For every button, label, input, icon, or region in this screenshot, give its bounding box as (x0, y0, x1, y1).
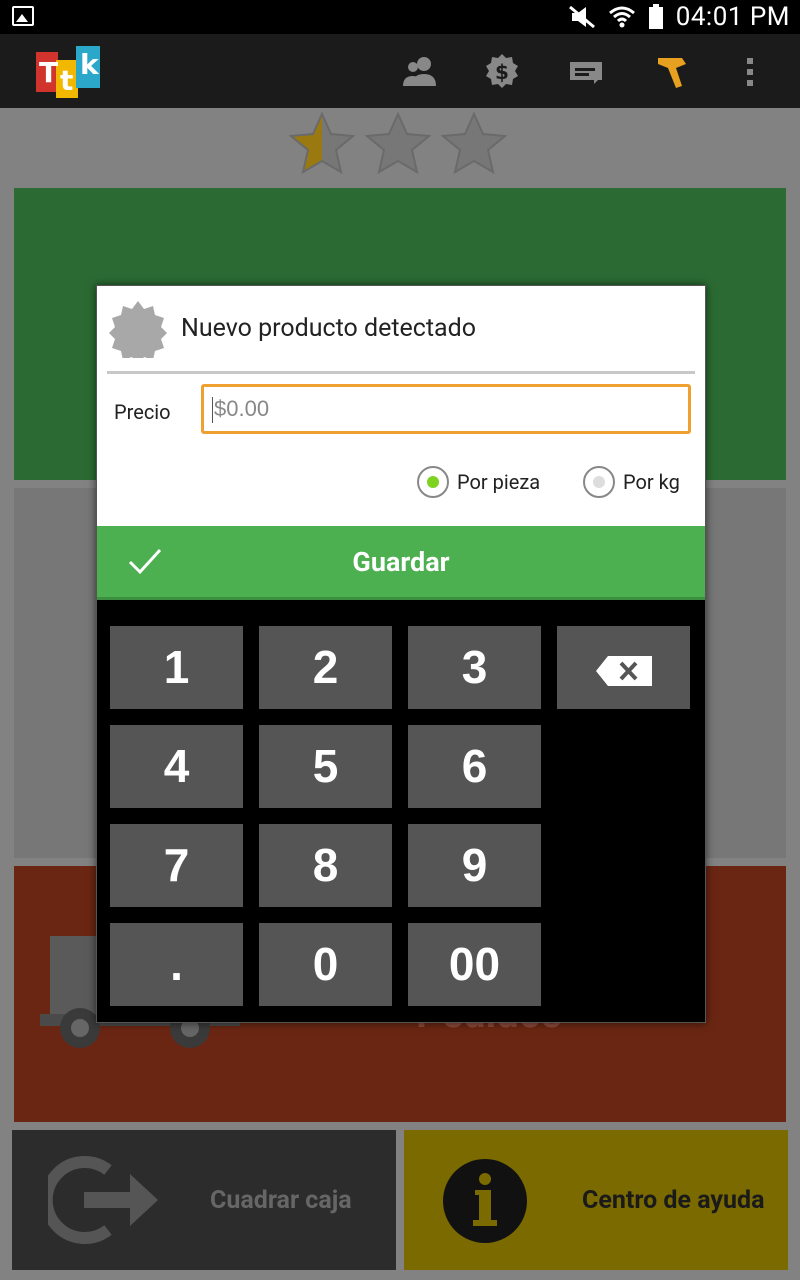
dialog-form: Nuevo producto detectado Precio $0.00 Po… (97, 286, 705, 526)
nuevo-producto-dialog: Nuevo producto detectado Precio $0.00 Po… (96, 285, 706, 1023)
radio-por-pieza[interactable]: Por pieza (417, 466, 540, 498)
precio-label: Precio (114, 400, 171, 424)
key-9[interactable]: 9 (408, 824, 541, 907)
overflow-menu-icon[interactable] (740, 52, 760, 92)
cuadrar-caja-label: Cuadrar caja (210, 1186, 352, 1215)
info-icon (443, 1159, 527, 1243)
centro-ayuda-label: Centro de ayuda (582, 1186, 765, 1215)
dialog-divider (107, 371, 695, 374)
money-icon[interactable]: $ (482, 52, 522, 92)
radio-por-pieza-label: Por pieza (457, 470, 541, 494)
logo-letter-t2: t (60, 64, 74, 97)
key-decimal[interactable]: . (110, 923, 243, 1006)
radio-por-kg[interactable]: Por kg (583, 466, 680, 498)
star-filled-icon (288, 112, 356, 175)
star-rating (288, 112, 508, 176)
star-empty-icon (364, 112, 432, 175)
radio-dot (593, 476, 605, 488)
logo-letter-k: k (80, 48, 99, 81)
tile-centro-ayuda[interactable]: Centro de ayuda (404, 1130, 788, 1270)
logo-letter-t1: T (39, 56, 59, 89)
svg-text:$: $ (495, 60, 509, 84)
radio-circle-unselected (583, 466, 615, 498)
key-4[interactable]: 4 (110, 725, 243, 808)
ticket-icon[interactable] (566, 52, 606, 92)
badge-icon (109, 301, 167, 358)
key-8[interactable]: 8 (259, 824, 392, 907)
exit-arrow-icon (48, 1156, 158, 1244)
battery-icon (648, 4, 663, 29)
tile-cuadrar-caja[interactable]: Cuadrar caja (12, 1130, 396, 1270)
star-empty-icon (440, 112, 508, 175)
radio-dot (427, 476, 439, 488)
backspace-icon (595, 655, 652, 686)
radio-circle-selected (417, 466, 449, 498)
key-5[interactable]: 5 (259, 725, 392, 808)
key-1[interactable]: 1 (110, 626, 243, 709)
key-2[interactable]: 2 (259, 626, 392, 709)
key-7[interactable]: 7 (110, 824, 243, 907)
radio-por-kg-label: Por kg (623, 470, 680, 494)
gallery-notification-icon (12, 6, 34, 26)
key-3[interactable]: 3 (408, 626, 541, 709)
precio-input[interactable]: $0.00 (201, 384, 691, 434)
mute-icon (568, 5, 595, 29)
ttk-logo[interactable]: T t k (36, 42, 100, 98)
clock: 04:01 PM (675, 2, 790, 32)
text-cursor (212, 397, 213, 424)
key-00[interactable]: 00 (408, 923, 541, 1006)
key-0[interactable]: 0 (259, 923, 392, 1006)
wifi-icon (608, 6, 635, 28)
guardar-label: Guardar (352, 546, 450, 578)
dialog-title: Nuevo producto detectado (181, 314, 476, 343)
guardar-button[interactable]: Guardar (97, 526, 705, 600)
key-6[interactable]: 6 (408, 725, 541, 808)
action-bar: T t k $ (0, 34, 800, 108)
precio-placeholder: $0.00 (214, 396, 270, 421)
scanner-icon[interactable] (654, 52, 694, 92)
status-bar: 04:01 PM (0, 0, 800, 34)
contacts-icon[interactable] (400, 52, 440, 92)
backspace-key[interactable] (557, 626, 690, 709)
